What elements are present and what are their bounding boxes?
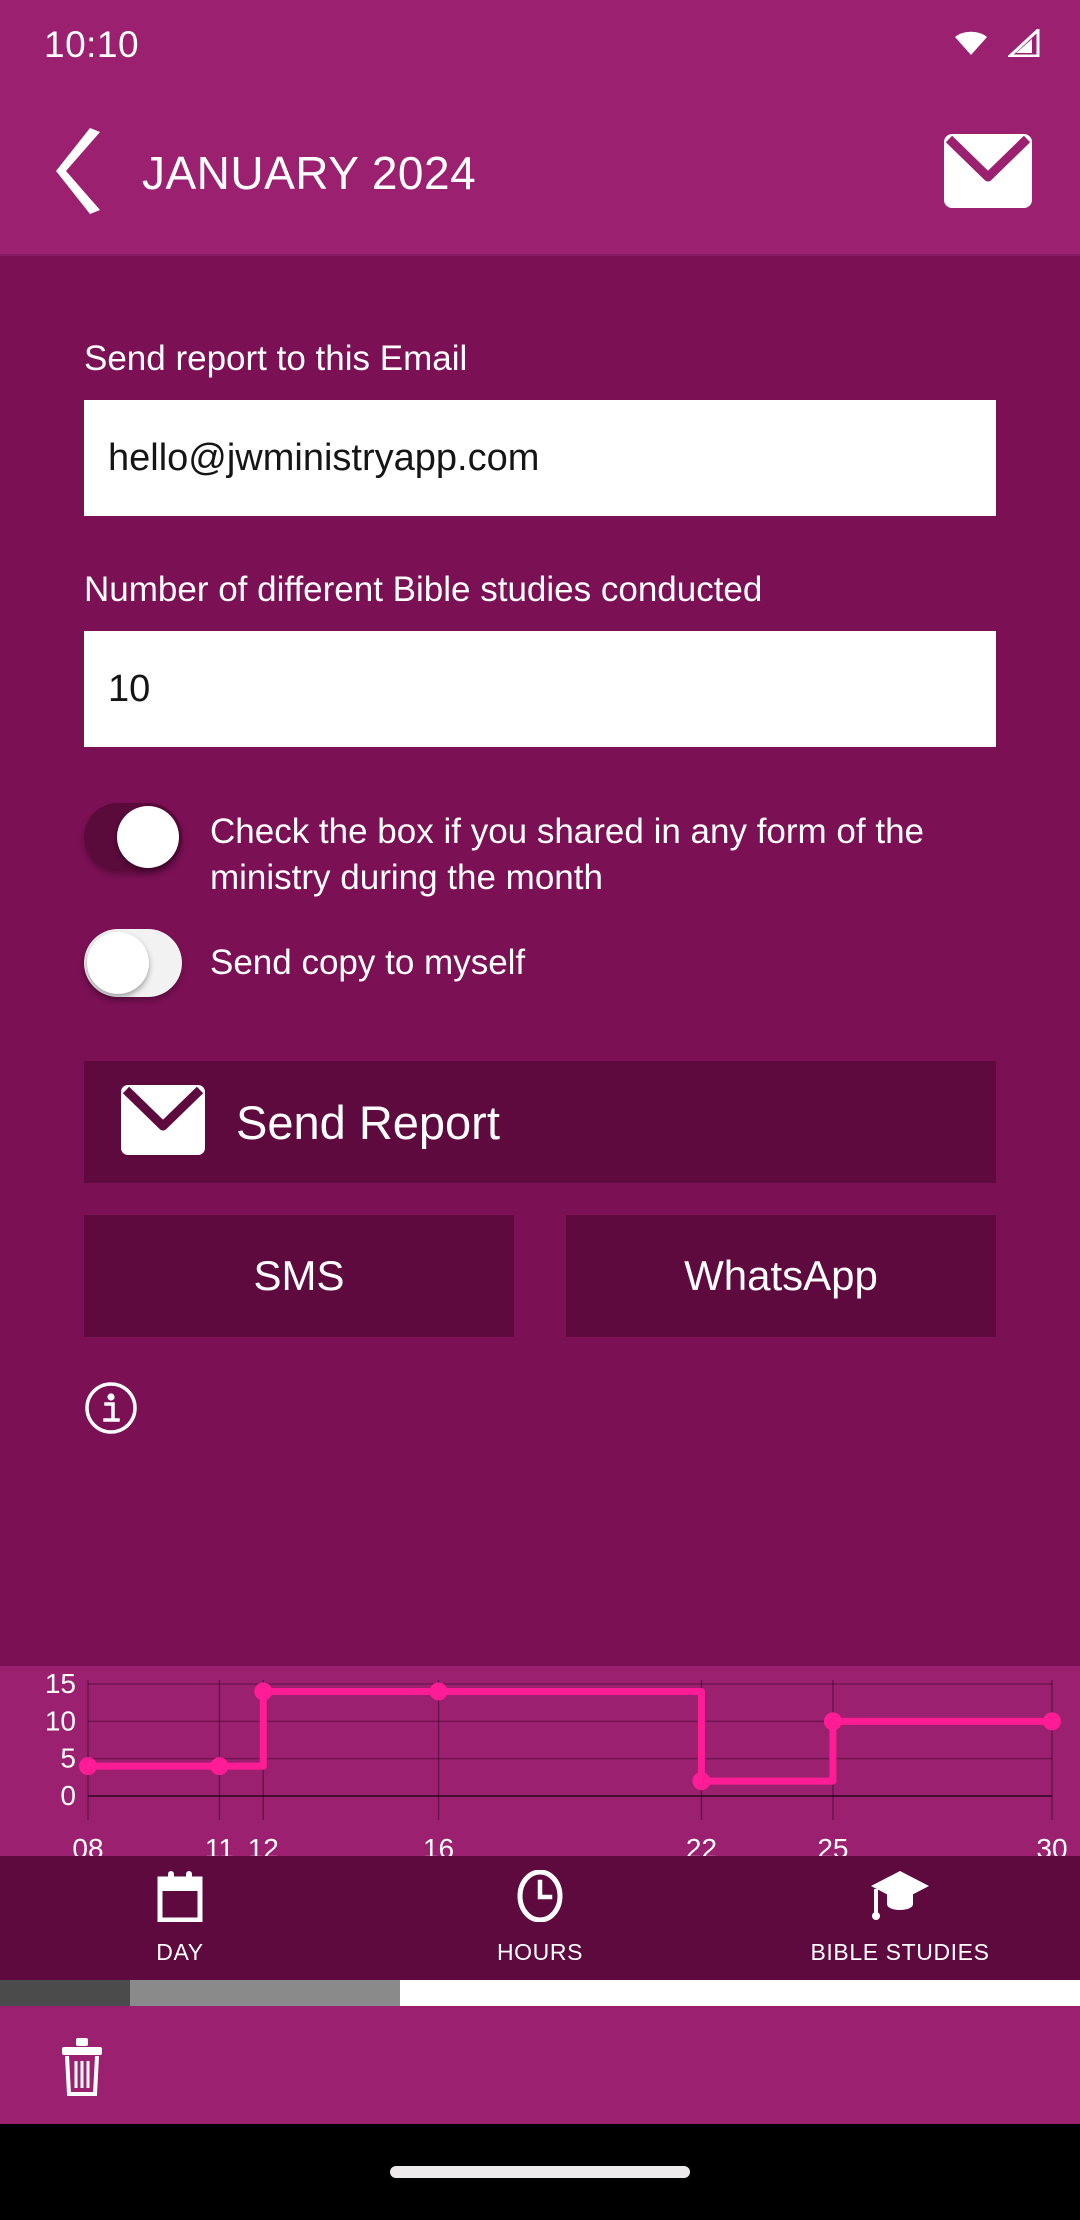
footer-toolbar — [0, 2006, 1080, 2124]
graduation-cap-icon — [869, 1870, 931, 1927]
svg-text:12: 12 — [248, 1833, 279, 1856]
envelope-icon — [943, 133, 1033, 214]
shared-ministry-label: Check the box if you shared in any form … — [210, 809, 996, 901]
segment-dark — [0, 1980, 130, 2006]
calendar-icon — [157, 1870, 203, 1927]
info-circle-icon[interactable] — [84, 1422, 138, 1439]
toggle-knob — [117, 806, 179, 868]
chevron-left-icon — [54, 128, 108, 219]
wifi-icon — [954, 30, 988, 61]
shared-ministry-toggle[interactable] — [84, 803, 182, 871]
share-buttons-row: SMS WhatsApp — [84, 1215, 996, 1337]
chart-svg: 0 5 10 15 08 11 12 16 22 25 30 — [0, 1666, 1080, 1856]
svg-text:25: 25 — [817, 1833, 848, 1856]
segment-light — [400, 1980, 1080, 2006]
svg-text:11: 11 — [205, 1833, 234, 1856]
sms-button[interactable]: SMS — [84, 1215, 514, 1337]
tab-bible-studies[interactable]: BIBLE STUDIES — [720, 1856, 1080, 1980]
home-indicator[interactable] — [390, 2166, 690, 2178]
page-indicator-bar[interactable] — [0, 1980, 1080, 2006]
system-nav-bar — [0, 2124, 1080, 2220]
svg-text:5: 5 — [60, 1743, 76, 1774]
whatsapp-button[interactable]: WhatsApp — [566, 1215, 996, 1337]
toggle-knob — [87, 932, 149, 994]
header-mail-button[interactable] — [942, 127, 1034, 219]
app-root: 10:10 JANUARY 2024 — [0, 0, 1080, 2220]
tab-day[interactable]: DAY — [0, 1856, 360, 1980]
tab-hours-label: HOURS — [497, 1939, 583, 1966]
form-body: Send report to this Email hello@jwminist… — [0, 256, 1080, 1666]
tab-bible-studies-label: BIBLE STUDIES — [810, 1939, 989, 1966]
send-copy-label: Send copy to myself — [210, 940, 525, 986]
svg-text:22: 22 — [686, 1833, 717, 1856]
svg-text:08: 08 — [72, 1833, 103, 1856]
send-copy-row: Send copy to myself — [84, 929, 996, 997]
status-bar: 10:10 — [0, 0, 1080, 90]
svg-text:30: 30 — [1036, 1833, 1067, 1856]
tab-hours[interactable]: HOURS — [360, 1856, 720, 1980]
send-report-button[interactable]: Send Report — [84, 1061, 996, 1183]
status-icons — [954, 29, 1040, 62]
signal-icon — [1008, 29, 1040, 62]
envelope-icon — [120, 1084, 206, 1161]
svg-text:0: 0 — [60, 1780, 76, 1811]
bible-studies-label: Number of different Bible studies conduc… — [84, 569, 996, 611]
bible-studies-input[interactable]: 10 — [84, 631, 996, 747]
send-copy-toggle[interactable] — [84, 929, 182, 997]
bible-studies-chart[interactable]: 0 5 10 15 08 11 12 16 22 25 30 — [0, 1666, 1080, 1856]
back-button[interactable] — [48, 130, 114, 216]
svg-text:16: 16 — [423, 1833, 454, 1856]
shared-ministry-row: Check the box if you shared in any form … — [84, 803, 996, 901]
svg-text:15: 15 — [45, 1668, 76, 1699]
email-input[interactable]: hello@jwministryapp.com — [84, 400, 996, 516]
app-header: JANUARY 2024 — [0, 90, 1080, 256]
bottom-tab-bar: DAY HOURS BIBLE STUDIES — [0, 1856, 1080, 1980]
svg-text:10: 10 — [45, 1705, 76, 1736]
email-label: Send report to this Email — [84, 338, 996, 380]
trash-icon[interactable] — [56, 2035, 108, 2095]
segment-mid — [130, 1980, 400, 2006]
status-time: 10:10 — [44, 24, 139, 66]
send-report-label: Send Report — [236, 1095, 500, 1150]
tab-day-label: DAY — [156, 1939, 203, 1966]
info-row — [84, 1381, 996, 1440]
clock-icon — [516, 1870, 564, 1927]
page-title: JANUARY 2024 — [142, 146, 476, 200]
